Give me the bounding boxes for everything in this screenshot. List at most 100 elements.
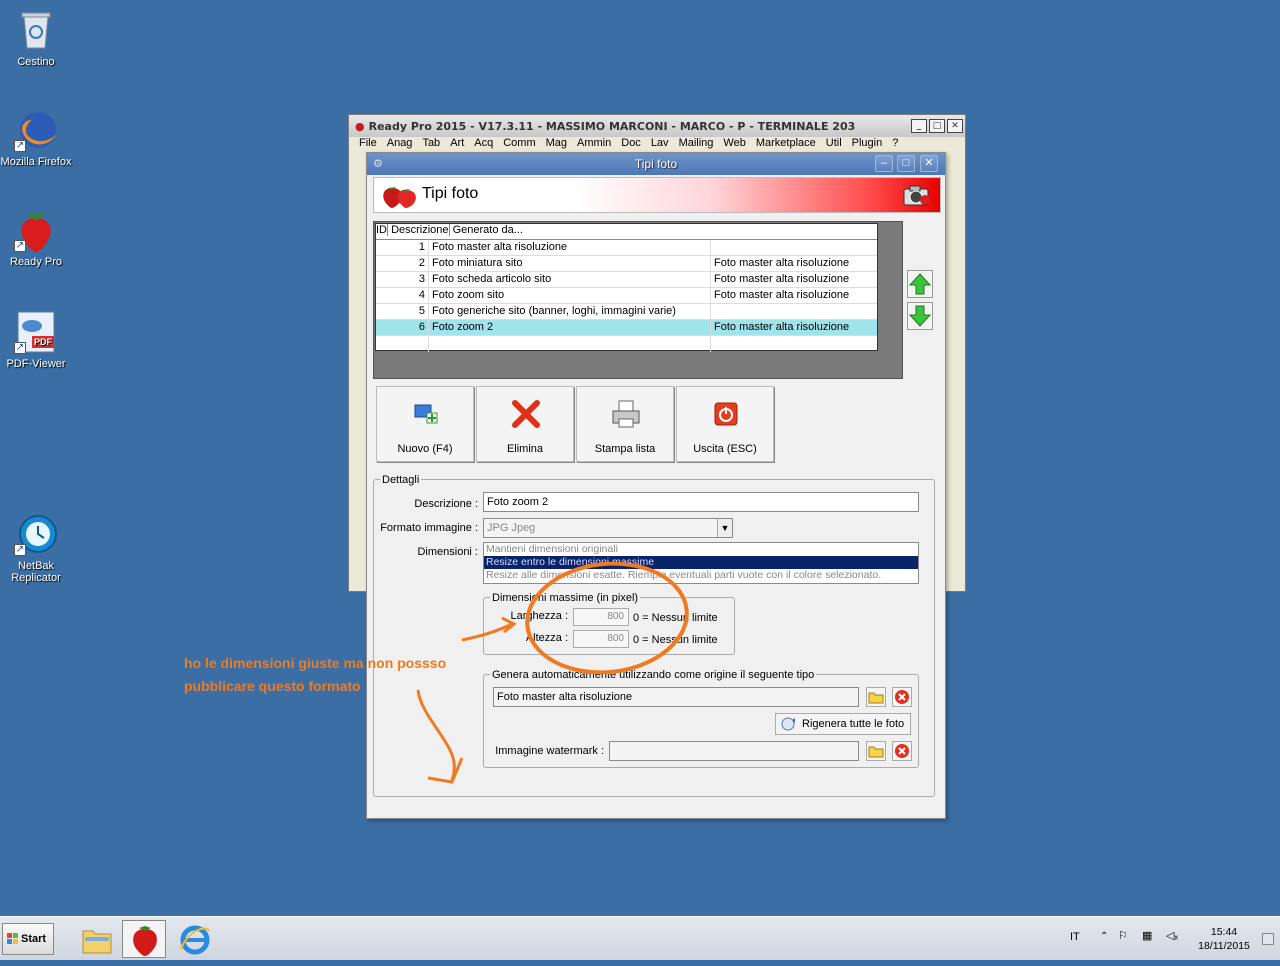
menu-mag[interactable]: Mag xyxy=(546,137,577,153)
menu-util[interactable]: Util xyxy=(826,137,852,153)
clear-origine-button[interactable] xyxy=(892,687,912,707)
main-window-titlebar[interactable]: ● Ready Pro 2015 - V17.3.11 - MASSIMO MA… xyxy=(349,115,965,137)
list-item[interactable]: Mantieni dimensioni originali xyxy=(484,543,918,556)
language-indicator[interactable]: IT xyxy=(1070,931,1080,943)
menu-tab[interactable]: Tab xyxy=(422,137,450,153)
menu-file[interactable]: File xyxy=(359,137,387,153)
list-item[interactable]: Resize alle dimensioni esatte. Riempie e… xyxy=(484,569,918,582)
table-row[interactable]: 4 Foto zoom sito Foto master alta risolu… xyxy=(376,288,877,304)
table-row[interactable]: 3 Foto scheda articolo sito Foto master … xyxy=(376,272,877,288)
new-button[interactable]: Nuovo (F4) xyxy=(376,386,474,462)
desktop-icon-pdf-viewer[interactable]: PDF ↗ PDF-Viewer xyxy=(0,310,72,370)
taskbar-internet-explorer[interactable] xyxy=(172,920,216,958)
column-header-id[interactable]: ID xyxy=(376,224,388,236)
maximize-button[interactable]: □ xyxy=(897,155,915,172)
formato-immagine-select[interactable]: JPG Jpeg ▼ xyxy=(483,518,733,538)
column-header-generato-da[interactable]: Generato da... xyxy=(453,224,523,236)
menu-marketplace[interactable]: Marketplace xyxy=(756,137,826,153)
menu-acq[interactable]: Acq xyxy=(474,137,503,153)
origine-field[interactable]: Foto master alta risoluzione xyxy=(493,687,859,707)
larghezza-label: Larghezza : xyxy=(510,610,568,622)
clock-time: 15:44 xyxy=(1210,926,1238,938)
close-button[interactable]: ✕ xyxy=(920,155,938,172)
close-button[interactable]: ✕ xyxy=(947,119,963,133)
action-center-flag-icon[interactable]: ⚐ xyxy=(1118,929,1128,942)
menu-anag[interactable]: Anag xyxy=(387,137,423,153)
menu-web[interactable]: Web xyxy=(723,137,755,153)
descrizione-input[interactable]: Foto zoom 2 xyxy=(483,492,919,512)
desktop-icon-firefox[interactable]: ↗ Mozilla Firefox xyxy=(0,108,72,168)
move-up-button[interactable] xyxy=(907,270,933,298)
svg-text:PDF: PDF xyxy=(34,337,53,347)
dialog-titlebar[interactable]: ⚙ Tipi foto – □ ✕ xyxy=(367,153,945,175)
desktop-icon-label: PDF-Viewer xyxy=(6,358,66,370)
grid-body[interactable]: ID Descrizione Generato da... 1 Foto mas… xyxy=(375,223,878,352)
tipi-foto-dialog: ⚙ Tipi foto – □ ✕ Tipi foto ID Descrizio… xyxy=(366,152,946,819)
minimize-button[interactable]: _ xyxy=(911,119,927,133)
cell-generato-da: Foto master alta risoluzione xyxy=(714,257,850,269)
system-clock[interactable]: 15:44 18/11/2015 xyxy=(1190,925,1258,953)
desktop-icon-label: Cestino xyxy=(17,56,55,68)
clear-icon xyxy=(895,744,909,758)
cell-generato-da: Foto master alta risoluzione xyxy=(714,273,850,285)
altezza-input[interactable]: 800 xyxy=(573,630,629,648)
watermark-field[interactable] xyxy=(609,741,859,761)
larghezza-hint: 0 = Nessun limite xyxy=(633,612,718,624)
exit-button-label: Uscita (ESC) xyxy=(693,443,757,455)
details-legend: Dettagli xyxy=(380,474,422,486)
desktop-icon-recycle-bin[interactable]: Cestino xyxy=(0,8,72,68)
clear-watermark-button[interactable] xyxy=(892,741,912,761)
table-row[interactable]: 1 Foto master alta risoluzione xyxy=(376,240,877,256)
network-icon[interactable]: ▦ xyxy=(1142,929,1152,942)
tray-expand-icon[interactable]: ⌃ xyxy=(1100,931,1108,942)
chevron-down-icon[interactable]: ▼ xyxy=(717,519,732,537)
table-row[interactable]: 2 Foto miniatura sito Foto master alta r… xyxy=(376,256,877,272)
shortcut-arrow-icon: ↗ xyxy=(14,140,26,152)
menu-art[interactable]: Art xyxy=(450,137,474,153)
menu-doc[interactable]: Doc xyxy=(621,137,651,153)
max-dimensions-legend: Dimensioni massime (in pixel) xyxy=(490,592,641,604)
table-row-empty[interactable] xyxy=(376,336,877,352)
column-header-descrizione[interactable]: Descrizione xyxy=(391,224,450,236)
print-list-button[interactable]: Stampa lista xyxy=(576,386,674,462)
main-window-title: Ready Pro 2015 - V17.3.11 - MASSIMO MARC… xyxy=(368,119,856,133)
menu-ammin[interactable]: Ammin xyxy=(577,137,621,153)
user-annotation: ho le dimensioni giuste ma non possso pu… xyxy=(184,652,446,698)
start-button[interactable]: Start xyxy=(2,923,54,955)
cell-id: 3 xyxy=(376,272,429,288)
cell-descrizione: Foto zoom sito xyxy=(429,288,711,304)
table-row[interactable]: 5 Foto generiche sito (banner, loghi, im… xyxy=(376,304,877,320)
pdf-viewer-icon: PDF ↗ xyxy=(14,310,58,354)
list-item-selected[interactable]: Resize entro le dimensioni massime xyxy=(484,556,918,569)
browse-watermark-button[interactable] xyxy=(866,741,886,761)
delete-x-icon xyxy=(511,399,541,429)
menu-lav[interactable]: Lav xyxy=(651,137,679,153)
move-down-button[interactable] xyxy=(907,302,933,330)
maximize-button[interactable]: □ xyxy=(929,119,945,133)
clock-date: 18/11/2015 xyxy=(1198,940,1250,952)
dimensioni-listbox[interactable]: Mantieni dimensioni originali Resize ent… xyxy=(483,542,919,584)
taskbar-explorer[interactable] xyxy=(74,920,118,958)
cell-id: 5 xyxy=(376,304,429,320)
menu-plugin[interactable]: Plugin xyxy=(852,137,893,153)
show-desktop-button[interactable] xyxy=(1262,933,1274,945)
rigenera-button[interactable]: Rigenera tutte le foto xyxy=(775,713,912,735)
strawberry-icon xyxy=(382,184,418,211)
larghezza-input[interactable]: 800 xyxy=(573,608,629,626)
exit-button[interactable]: Uscita (ESC) xyxy=(676,386,774,462)
auto-generate-legend: Genera automaticamente utilizzando come … xyxy=(490,669,817,681)
menu-mailing[interactable]: Mailing xyxy=(679,137,724,153)
desktop-icon-ready-pro[interactable]: ↗ Ready Pro xyxy=(0,208,72,268)
table-row-selected[interactable]: 6 Foto zoom 2 Foto master alta risoluzio… xyxy=(376,320,877,336)
internet-explorer-icon xyxy=(180,925,210,955)
menu-help[interactable]: ? xyxy=(892,137,908,153)
menu-comm[interactable]: Comm xyxy=(503,137,545,153)
volume-muted-icon[interactable]: ◁ₓ xyxy=(1166,929,1178,942)
desktop-icon-netbak[interactable]: ↗ NetBak Replicator xyxy=(0,512,72,584)
delete-button[interactable]: Elimina xyxy=(476,386,574,462)
details-group: Dettagli Descrizione : Foto zoom 2 Forma… xyxy=(373,474,935,797)
taskbar-ready-pro[interactable] xyxy=(122,920,166,958)
minimize-button[interactable]: – xyxy=(875,155,893,172)
browse-origine-button[interactable] xyxy=(866,687,886,707)
cell-generato-da xyxy=(711,304,877,320)
